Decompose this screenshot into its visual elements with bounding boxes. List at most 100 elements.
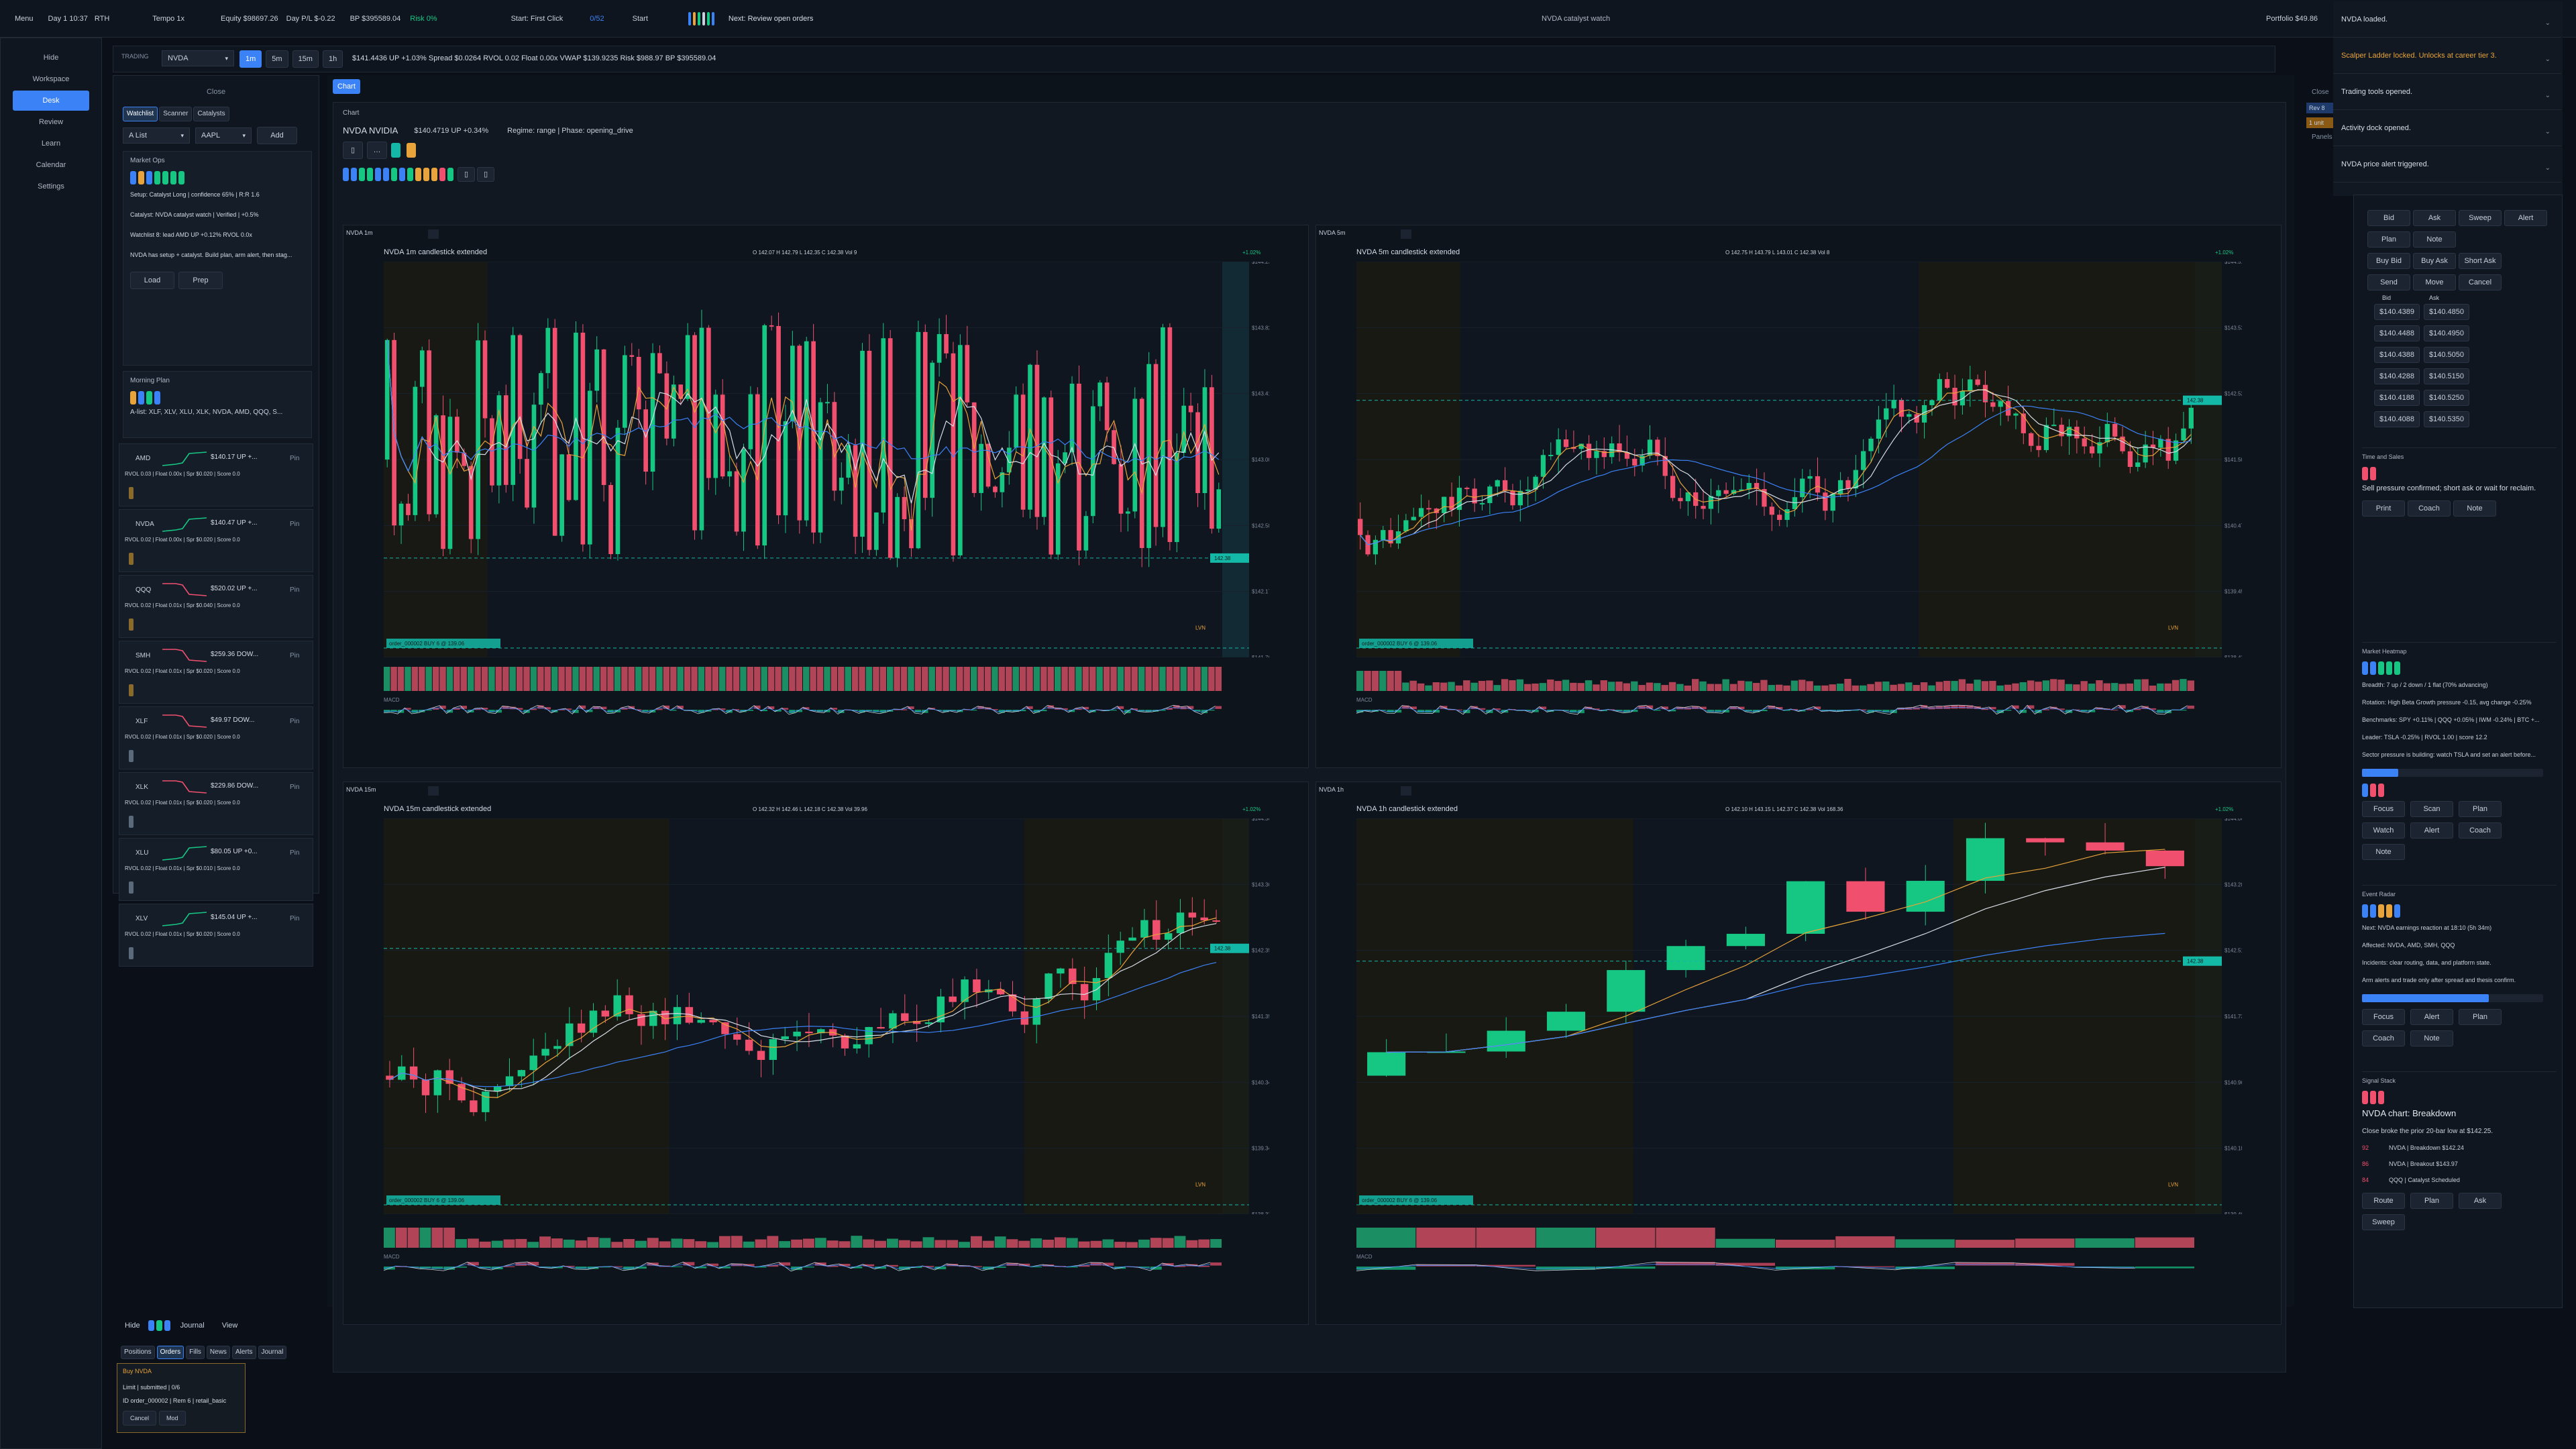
candle-chart[interactable]: $144.23 $143.82 $143.41 $143.00 $142.58 $142.… <box>384 262 1269 657</box>
coach-button[interactable]: Coach <box>2362 1030 2405 1046</box>
tempo-control[interactable]: Tempo 1x <box>152 15 184 23</box>
pin-button[interactable]: Pin <box>290 586 299 594</box>
ask-level-button[interactable]: $140.5250 <box>2424 390 2469 406</box>
dock-journal-button[interactable]: Journal <box>180 1322 205 1330</box>
dock-tab-orders[interactable]: Orders <box>156 1346 184 1359</box>
signal-item[interactable]: 92 NVDA | Breakdown $142.24 <box>2362 1144 2557 1151</box>
ask-level-button[interactable]: $140.5050 <box>2424 347 2469 363</box>
chart-more-button[interactable]: … <box>367 142 387 159</box>
chart-panel-toggle[interactable] <box>428 786 439 796</box>
pin-button[interactable]: Pin <box>290 652 299 659</box>
pin-button[interactable]: Pin <box>290 718 299 725</box>
watchlist-close[interactable]: Close <box>113 88 319 96</box>
menu-button[interactable]: Menu <box>15 15 34 23</box>
order-cancel-button[interactable]: Cancel <box>123 1411 157 1426</box>
watchlist-tab-catalysts[interactable]: Catalysts <box>193 107 229 121</box>
bid-level-button[interactable]: $140.4088 <box>2374 411 2420 427</box>
ask-button[interactable]: Ask <box>2413 210 2456 226</box>
chart-tool-button[interactable]: ▯ <box>343 142 363 159</box>
dock-tab-fills[interactable]: Fills <box>186 1346 205 1359</box>
pin-button[interactable]: Pin <box>290 521 299 528</box>
indicator-settings-button[interactable]: ▯ <box>477 167 495 182</box>
watchlist-item[interactable]: XLK $229.86 DOW... Pin RVOL 0.02 | Float 0.… <box>119 772 313 835</box>
dock-tab-news[interactable]: News <box>206 1346 230 1359</box>
watchlist-item[interactable]: XLF $49.97 DOW... Pin RVOL 0.02 | Float 0.0… <box>119 706 313 769</box>
dock-hide-button[interactable]: Hide <box>125 1322 140 1330</box>
note-button[interactable]: Note <box>2413 231 2456 248</box>
pin-button[interactable]: Pin <box>290 455 299 462</box>
ask-level-button[interactable]: $140.4850 <box>2424 304 2469 320</box>
nav-item-workspace[interactable]: Workspace <box>13 69 89 89</box>
coach-button[interactable]: Coach <box>2459 822 2502 839</box>
indicator-toggle-button[interactable]: ▯ <box>458 167 476 182</box>
bid-level-button[interactable]: $140.4389 <box>2374 304 2420 320</box>
candle-chart[interactable]: $144.36 $143.36 $142.35 $141.35 $140.34 $139.… <box>384 818 1269 1214</box>
coach-button[interactable]: Coach <box>2408 500 2451 517</box>
notification-item[interactable]: Scalper Ladder locked. Unlocks at career… <box>2333 38 2561 74</box>
sweep-button[interactable]: Sweep <box>2459 210 2502 226</box>
tf-button-1h[interactable]: 1h <box>322 50 343 68</box>
move-button[interactable]: Move <box>2413 274 2456 290</box>
load-button[interactable]: Load <box>130 272 174 289</box>
pin-button[interactable]: Pin <box>290 849 299 857</box>
nav-item-hide[interactable]: Hide <box>13 48 89 68</box>
bid-level-button[interactable]: $140.4188 <box>2374 390 2420 406</box>
signal-item[interactable]: 86 NVDA | Breakout $143.97 <box>2362 1161 2557 1167</box>
nav-item-desk[interactable]: Desk <box>13 91 89 111</box>
ask-button[interactable]: Ask <box>2459 1193 2502 1209</box>
next-step[interactable]: Next: Review open orders <box>729 15 814 23</box>
chart-panel-toggle[interactable] <box>1401 786 1411 796</box>
candle-chart[interactable]: $144.51 $143.53 $142.52 $141.50 $140.47 $139.… <box>1356 262 2242 657</box>
ask-level-button[interactable]: $140.4950 <box>2424 325 2469 341</box>
alert-button[interactable]: Alert <box>2410 822 2453 839</box>
notification-item[interactable]: Activity dock opened. ⌄ <box>2333 110 2561 146</box>
cancel-button[interactable]: Cancel <box>2459 274 2502 290</box>
watchlist-item[interactable]: QQQ $520.02 UP +... Pin RVOL 0.02 | Float 0… <box>119 575 313 638</box>
nav-item-review[interactable]: Review <box>13 112 89 132</box>
pin-button[interactable]: Pin <box>290 784 299 791</box>
order-modify-button[interactable]: Mod <box>159 1411 186 1426</box>
buy-bid-button[interactable]: Buy Bid <box>2367 253 2410 269</box>
plan-button[interactable]: Plan <box>2459 801 2502 817</box>
bid-level-button[interactable]: $140.4288 <box>2374 368 2420 384</box>
tf-button-5m[interactable]: 5m <box>266 50 288 68</box>
notification-item[interactable]: Trading tools opened. ⌄ <box>2333 74 2561 110</box>
ask-level-button[interactable]: $140.5350 <box>2424 411 2469 427</box>
note-button[interactable]: Note <box>2410 1030 2453 1046</box>
dock-tab-alerts[interactable]: Alerts <box>231 1346 256 1359</box>
chart-color-amber[interactable] <box>407 143 416 158</box>
bid-level-button[interactable]: $140.4488 <box>2374 325 2420 341</box>
watchlist-item[interactable]: AMD $140.17 UP +... Pin RVOL 0.03 | Float 0… <box>119 443 313 506</box>
focus-button[interactable]: Focus <box>2362 1009 2405 1025</box>
prep-button[interactable]: Prep <box>178 272 223 289</box>
watchlist-item[interactable]: XLU $80.05 UP +0... Pin RVOL 0.02 | Float 0… <box>119 838 313 901</box>
chevron-down-icon[interactable]: ⌄ <box>2545 78 2551 114</box>
add-symbol-button[interactable]: Add <box>257 127 297 144</box>
ask-level-button[interactable]: $140.5150 <box>2424 368 2469 384</box>
chart-panel-toggle[interactable] <box>428 229 439 239</box>
nav-item-settings[interactable]: Settings <box>13 176 89 197</box>
note-button[interactable]: Note <box>2362 844 2405 860</box>
scan-button[interactable]: Scan <box>2410 801 2453 817</box>
notification-item[interactable]: NVDA price alert triggered. ⌄ <box>2333 146 2561 182</box>
pin-button[interactable]: Pin <box>290 915 299 922</box>
symbol-select[interactable]: NVDA ▾ <box>162 50 234 66</box>
watchlist-tab-scanner[interactable]: Scanner <box>159 107 193 121</box>
send-button[interactable]: Send <box>2367 274 2410 290</box>
route-button[interactable]: Route <box>2362 1193 2405 1209</box>
plan-button[interactable]: Plan <box>2459 1009 2502 1025</box>
sweep-button[interactable]: Sweep <box>2362 1214 2405 1230</box>
tab-chart[interactable]: Chart <box>333 79 360 94</box>
chart-color-teal[interactable] <box>391 143 400 158</box>
nav-item-calendar[interactable]: Calendar <box>13 155 89 175</box>
plan-button[interactable]: Plan <box>2410 1193 2453 1209</box>
watchlist-item[interactable]: SMH $259.36 DOW... Pin RVOL 0.02 | Float 0.… <box>119 641 313 704</box>
chevron-down-icon[interactable]: ⌄ <box>2545 5 2551 42</box>
nav-item-learn[interactable]: Learn <box>13 133 89 154</box>
chevron-down-icon[interactable]: ⌄ <box>2545 42 2551 78</box>
note-button[interactable]: Note <box>2453 500 2496 517</box>
short-ask-button[interactable]: Short Ask <box>2459 253 2502 269</box>
tf-button-15m[interactable]: 15m <box>292 50 319 68</box>
print-button[interactable]: Print <box>2362 500 2405 517</box>
tf-button-1m[interactable]: 1m <box>239 50 262 68</box>
